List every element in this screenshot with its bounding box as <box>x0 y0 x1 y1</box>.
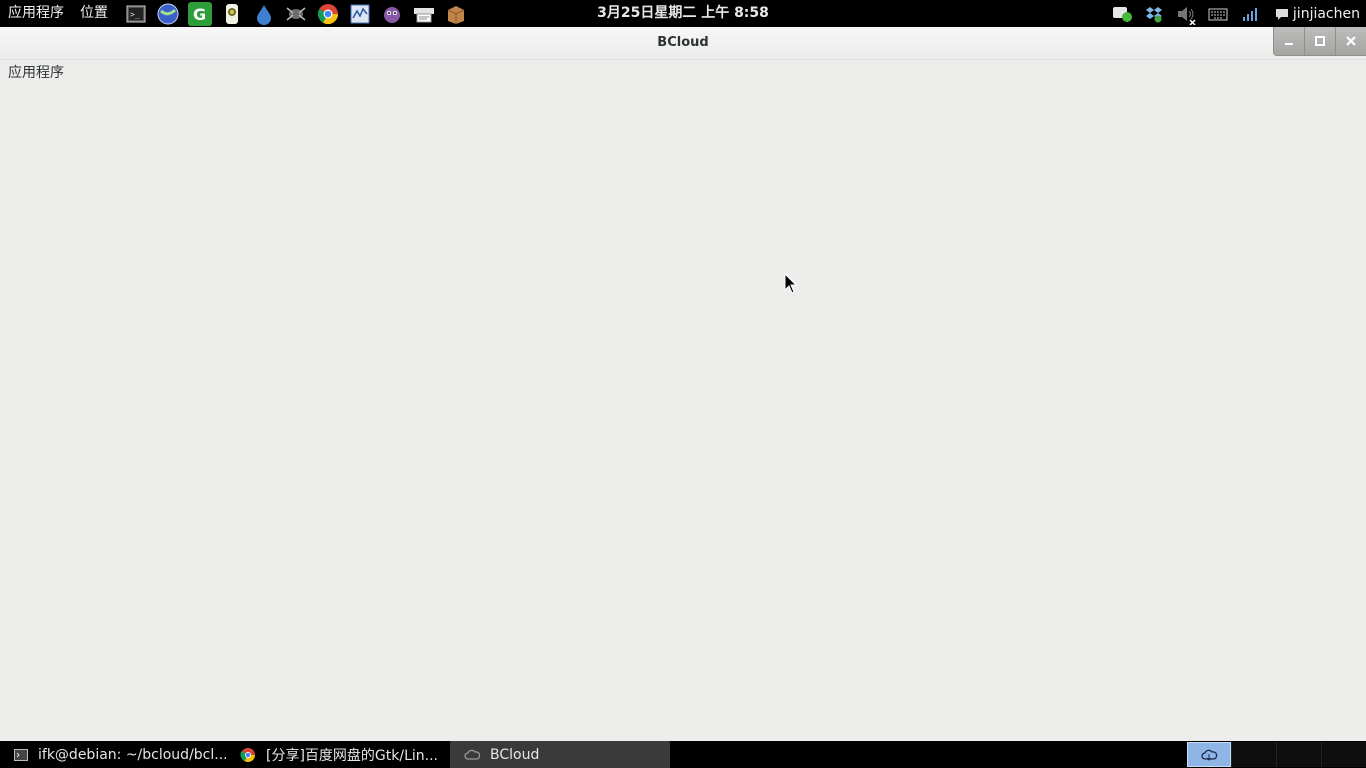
usb-device-icon <box>226 3 238 24</box>
window-controls <box>1273 27 1366 57</box>
close-icon <box>1346 36 1356 46</box>
top-panel: 应用程序 位置 >_ G 3月25日星期二 上午 8:58 jinjiachen <box>0 0 1366 27</box>
minimize-icon <box>1285 43 1293 45</box>
usb-app-launcher[interactable] <box>220 2 244 26</box>
maximize-button[interactable] <box>1304 27 1335 56</box>
mouse-cursor-icon <box>784 272 798 299</box>
minimize-button[interactable] <box>1273 27 1304 56</box>
user-menu[interactable]: jinjiachen <box>1266 3 1366 25</box>
workspace-4[interactable] <box>1321 742 1366 767</box>
monitor-launcher[interactable] <box>348 2 372 26</box>
window-titlebar[interactable]: BCloud <box>0 27 1366 60</box>
pidgin-launcher[interactable] <box>380 2 404 26</box>
taskbar-item-bcloud[interactable]: BCloud <box>450 741 670 768</box>
workspace-3[interactable] <box>1276 742 1321 767</box>
dark-app-launcher[interactable] <box>284 2 308 26</box>
droplet-icon <box>257 4 271 25</box>
taskbar-item-chrome[interactable]: [分享]百度网盘的Gtk/Lin... <box>226 741 450 768</box>
system-monitor-icon <box>350 4 370 23</box>
network-signal-icon[interactable] <box>1239 3 1261 25</box>
chrome-launcher[interactable] <box>316 2 340 26</box>
taskbar-item-label: ifk@debian: ~/bcloud/bcl... <box>38 746 226 763</box>
volume-muted-icon[interactable] <box>1175 3 1197 25</box>
pidgin-icon <box>384 6 400 23</box>
dropbox-icon[interactable] <box>1143 3 1165 25</box>
chat-bubble-icon <box>1274 3 1290 25</box>
spider-icon <box>286 6 306 21</box>
terminal-icon <box>14 747 28 763</box>
svg-text:>_: >_ <box>130 10 140 19</box>
drop-app-launcher[interactable] <box>252 2 276 26</box>
system-tray: jinjiachen <box>1106 0 1366 27</box>
taskbar-item-label: BCloud <box>490 746 540 763</box>
workspace-1[interactable] <box>1187 742 1231 767</box>
keyboard-icon[interactable] <box>1207 3 1229 25</box>
scanner-launcher[interactable] <box>412 2 436 26</box>
green-app-launcher[interactable]: G <box>188 1 212 26</box>
close-button[interactable] <box>1335 27 1366 56</box>
taskbar-item-terminal[interactable]: ifk@debian: ~/bcloud/bcl... <box>0 741 226 768</box>
globe-icon <box>157 3 179 24</box>
green-g-icon: G <box>193 5 206 24</box>
chrome-icon <box>240 747 256 763</box>
window-title: BCloud <box>657 35 709 50</box>
cloud-icon <box>1201 749 1218 761</box>
applications-menu[interactable]: 应用程序 <box>0 0 72 27</box>
taskbar-item-label: [分享]百度网盘的Gtk/Lin... <box>266 747 438 764</box>
launcher-bar: >_ G <box>120 1 472 26</box>
places-menu[interactable]: 位置 <box>72 0 116 27</box>
browser-launcher[interactable] <box>156 2 180 26</box>
terminal-icon: >_ <box>126 5 146 22</box>
workspace-switcher <box>1187 741 1366 768</box>
applications-label: 应用程序 <box>8 65 64 81</box>
user-name: jinjiachen <box>1292 5 1360 22</box>
maximize-icon <box>1315 36 1325 46</box>
window-content: 应用程序 <box>0 60 1366 741</box>
terminal-launcher[interactable]: >_ <box>124 2 148 26</box>
package-box-icon <box>447 5 465 24</box>
chat-status-icon[interactable] <box>1111 3 1133 25</box>
svg-text:G: G <box>193 5 206 24</box>
bottom-panel: ifk@debian: ~/bcloud/bcl... [分享]百度网盘的Gtk… <box>0 741 1366 768</box>
workspace-2[interactable] <box>1231 742 1276 767</box>
scanner-icon <box>414 7 434 22</box>
chrome-icon <box>317 3 339 24</box>
cloud-icon <box>464 747 480 763</box>
package-launcher[interactable] <box>444 2 468 26</box>
